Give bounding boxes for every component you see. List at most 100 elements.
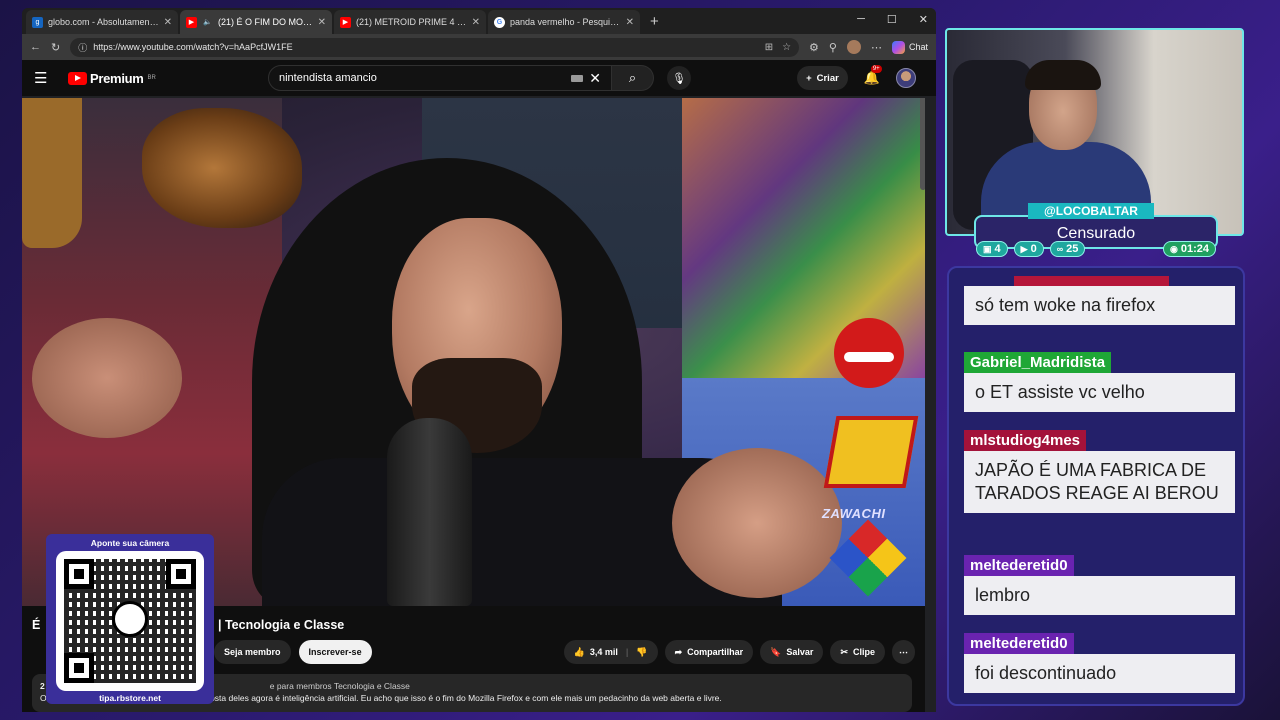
chat-message-text: lembro <box>964 576 1235 615</box>
subscribe-button[interactable]: Inscrever-se <box>298 640 372 664</box>
save-button[interactable]: 🔖 Salvar <box>760 640 824 664</box>
notification-badge: 9+ <box>870 65 882 73</box>
chat-counter: ▣ 4 <box>976 241 1008 257</box>
qr-url: tipa.rbstore.net <box>99 693 161 703</box>
chat-icon: ▣ <box>983 243 992 254</box>
scissors-icon: ✂ <box>840 646 848 657</box>
keyboard-icon[interactable] <box>571 74 584 82</box>
share-icon: ➦ <box>674 646 683 657</box>
guitar-image <box>22 98 82 248</box>
new-tab-button[interactable]: + <box>642 13 667 34</box>
clip-button[interactable]: ✂ Clipe <box>830 640 885 664</box>
more-actions-button[interactable]: ⋯ <box>892 640 915 664</box>
chat-username: meltederetid0 <box>964 555 1074 576</box>
video-player[interactable]: ZAWACHI <box>22 98 925 606</box>
qr-caption: Aponte sua câmera <box>90 538 170 548</box>
qr-code-overlay: Aponte sua câmera tipa.rbstore.net <box>46 534 214 704</box>
link-counter: ∞ 25 <box>1049 241 1086 257</box>
chat-message: Gabriel_Madridista o ET assiste vc velho <box>964 352 1235 412</box>
tab-google[interactable]: G panda vermelho - Pesquisa Google ✕ <box>488 10 640 34</box>
copilot-chat-button[interactable]: Chat <box>891 40 928 54</box>
close-tab-icon[interactable]: ✕ <box>318 17 326 28</box>
youtube-icon: ▶ <box>1020 243 1028 254</box>
stream-timer: ◉ 01:24 <box>1163 241 1216 257</box>
chat-message: meltederetid0 foi descontinuado <box>964 633 1235 693</box>
close-tab-icon[interactable]: ✕ <box>164 17 172 28</box>
chat-message-text: JAPÃO É UMA FABRICA DE TARADOS REAGE AI … <box>964 451 1235 513</box>
youtube-counter: ▶ 0 <box>1013 241 1044 257</box>
create-button[interactable]: + Criar <box>797 66 848 90</box>
extensions-icon[interactable]: ⚙ <box>809 41 819 54</box>
plus-icon: + <box>806 72 812 84</box>
more-icon: ⋯ <box>899 646 908 657</box>
streamer-name-bar: Censurado @LOCOBALTAR ▣ 4 ▶ 0 ∞ 25 ◉ 01:… <box>974 203 1218 261</box>
close-window-icon[interactable]: ✕ <box>919 13 928 26</box>
channel-logo-red <box>834 318 904 388</box>
more-icon[interactable]: ⋯ <box>871 41 882 54</box>
guitar-image <box>142 108 302 228</box>
like-button[interactable]: 👍 3,4 mil | 👎 <box>563 640 658 664</box>
chat-username: meltederetid0 <box>964 633 1074 654</box>
search-input[interactable]: nintendista amancio ✕ <box>268 65 612 91</box>
join-button[interactable]: Seja membro <box>214 640 291 664</box>
search-icon: ⌕ <box>628 70 637 85</box>
streamer-handle: @LOCOBALTAR <box>1028 203 1154 219</box>
clear-search-icon[interactable]: ✕ <box>589 70 601 87</box>
chat-username: Gabriel_Madridista <box>964 352 1112 373</box>
chat-panel: só tem woke na firefox Gabriel_Madridist… <box>947 266 1245 706</box>
youtube-logo[interactable]: Premium BR <box>68 71 156 86</box>
chat-username: mlstudiog4mes <box>964 430 1087 451</box>
qr-code <box>56 551 204 691</box>
close-tab-icon[interactable]: ✕ <box>626 17 634 28</box>
microphone-icon: 🎙 <box>672 72 686 85</box>
microphone-object <box>387 418 472 606</box>
copilot-icon <box>891 40 905 54</box>
thumbs-down-icon[interactable]: 👎 <box>636 647 647 658</box>
thumbs-up-icon: 👍 <box>573 646 585 657</box>
profile-avatar[interactable] <box>846 40 861 54</box>
notifications-button[interactable]: 🔔 9+ <box>864 65 882 86</box>
title-prefix: É <box>32 618 41 632</box>
youtube-header: ☰ Premium BR nintendista amancio ✕ ⌕ 🎙 +… <box>22 60 936 96</box>
watermark-text: ZAWACHI <box>822 506 886 521</box>
video-title: | Tecnologia e Classe <box>218 618 345 632</box>
globe-icon: g <box>32 16 43 28</box>
url-field[interactable]: ⓘ https://www.youtube.com/watch?v=hAaPcf… <box>70 37 800 57</box>
chat-message-text: só tem woke na firefox <box>964 286 1235 325</box>
tab-globo[interactable]: g globo.com - Absolutamente tudo ✕ <box>26 10 178 34</box>
minimize-icon[interactable]: ─ <box>857 13 865 26</box>
page-scrollbar[interactable] <box>920 98 925 190</box>
hamburger-menu-icon[interactable]: ☰ <box>34 69 54 87</box>
chat-message-text: o ET assiste vc velho <box>964 373 1235 412</box>
star-icon[interactable]: ☆ <box>782 42 791 53</box>
window-controls: ─ ☐ ✕ <box>857 13 928 26</box>
account-avatar[interactable] <box>896 68 916 88</box>
apps-icon[interactable]: ⊞ <box>765 42 773 53</box>
link-icon: ∞ <box>1056 244 1064 254</box>
share-button[interactable]: ➦ Compartilhar <box>664 640 754 664</box>
search-button[interactable]: ⌕ <box>612 65 654 91</box>
collections-icon[interactable]: ⚲ <box>829 41 837 54</box>
search-bar: nintendista amancio ✕ ⌕ <box>268 65 654 91</box>
channel-logo-yellow <box>823 416 919 488</box>
voice-search-button[interactable]: 🎙 <box>667 66 691 90</box>
close-tab-icon[interactable]: ✕ <box>472 17 480 28</box>
google-icon: G <box>494 16 505 28</box>
speaker-icon[interactable]: 🔈 <box>202 17 213 28</box>
youtube-play-icon <box>68 71 87 85</box>
maximize-icon[interactable]: ☐ <box>887 13 897 26</box>
tab-mozilla-video[interactable]: ▶ 🔈 (21) É O FIM DO MOZILLA FIR ✕ <box>180 10 332 34</box>
tab-metroid[interactable]: ▶ (21) METROID PRIME 4 BEYOND ✕ <box>334 10 486 34</box>
back-icon[interactable]: ← <box>30 41 41 53</box>
bookmark-icon: 🔖 <box>770 646 782 657</box>
chat-message: mlstudiog4mes JAPÃO É UMA FABRICA DE TAR… <box>964 430 1235 513</box>
youtube-icon: ▶ <box>340 16 351 28</box>
whatsapp-icon: ◉ <box>1170 243 1178 254</box>
chat-message-text: foi descontinuado <box>964 654 1235 693</box>
address-bar: ← ↻ ⓘ https://www.youtube.com/watch?v=hA… <box>22 34 936 60</box>
reload-icon[interactable]: ↻ <box>51 41 60 54</box>
tab-bar: g globo.com - Absolutamente tudo ✕ ▶ 🔈 (… <box>22 8 936 34</box>
youtube-icon: ▶ <box>186 16 197 28</box>
site-info-icon[interactable]: ⓘ <box>78 41 87 54</box>
person-icon <box>112 601 148 637</box>
